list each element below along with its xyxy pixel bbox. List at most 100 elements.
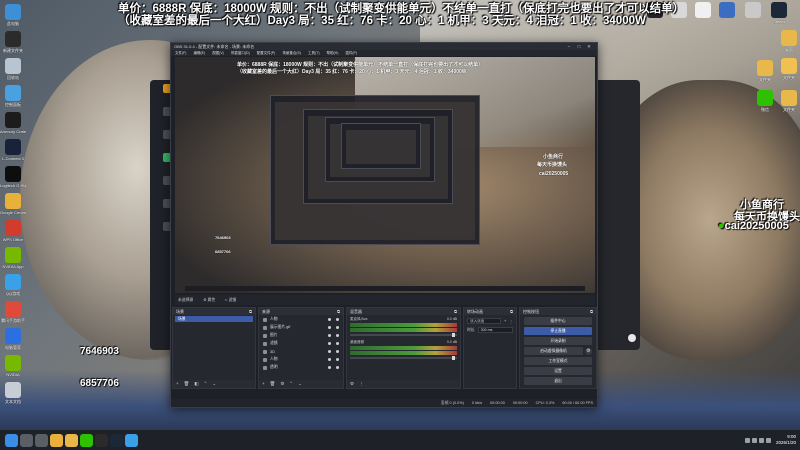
menu-view[interactable]: 视图(V)	[212, 51, 224, 56]
qq-icon[interactable]	[125, 433, 138, 447]
taskbar-clock[interactable]: 9:00 2026/1/20	[776, 434, 796, 446]
lock-icon[interactable]	[336, 326, 339, 329]
add-transition-icon[interactable]: +	[504, 319, 506, 323]
windows-start-icon[interactable]	[5, 433, 18, 447]
add-source-icon[interactable]: +	[262, 381, 265, 387]
menu-help[interactable]: 帮助(H)	[327, 51, 339, 56]
lock-icon[interactable]	[336, 334, 339, 337]
source-settings-icon[interactable]: ⚙	[280, 381, 284, 387]
exit-button[interactable]: 退出	[524, 377, 592, 385]
start-virtual-camera-button[interactable]: 启动虚拟摄像机	[524, 347, 583, 355]
scene-filter-icon[interactable]: ◧	[194, 381, 198, 387]
desktop-icon[interactable]	[690, 2, 716, 19]
visibility-eye-icon[interactable]	[328, 366, 331, 369]
transition-menu-icon[interactable]: ⋮	[509, 319, 513, 324]
move-down-icon[interactable]: ⌄	[298, 381, 302, 387]
visibility-eye-icon[interactable]	[328, 358, 331, 361]
menu-tools[interactable]: 工具(T)	[308, 51, 319, 56]
visibility-eye-icon[interactable]	[328, 318, 331, 321]
source-item[interactable]: 人物	[261, 316, 341, 323]
dock-float-icon[interactable]: ⧉	[510, 309, 513, 314]
desktop-icon[interactable]: 电脑管家	[0, 328, 26, 351]
properties-button[interactable]: ⚙ 属性	[203, 297, 215, 303]
dock-float-icon[interactable]: ⧉	[337, 309, 340, 314]
move-up-icon[interactable]: ⌃	[289, 381, 293, 387]
desktop-icon[interactable]: QQ游戏	[0, 274, 26, 297]
menu-edit[interactable]: 编辑(E)	[193, 51, 205, 56]
obs-icon[interactable]	[95, 433, 108, 447]
desktop-icon[interactable]: Google Chrome	[0, 193, 26, 215]
desktop-icon[interactable]: Logitech G HUB	[0, 166, 26, 188]
settings-button[interactable]: 设置	[524, 367, 592, 375]
desktop-icon[interactable]: 此电脑	[0, 4, 26, 27]
lock-icon[interactable]	[336, 358, 339, 361]
desktop-icon[interactable]: L-Connect 3	[0, 139, 26, 161]
lock-icon[interactable]	[336, 342, 339, 345]
toggle-knob[interactable]	[628, 334, 636, 342]
obs-window[interactable]: OBS 31.0.4 - 配置文件: 未命名 - 场景: 未命名 – □ ✕ 文…	[170, 42, 598, 408]
wechat-icon[interactable]	[80, 433, 93, 447]
volume-icon[interactable]	[758, 437, 764, 443]
source-item[interactable]: 展示图片.gif	[261, 324, 341, 331]
gear-icon[interactable]: ⚙	[585, 347, 592, 355]
maximize-icon[interactable]: □	[574, 44, 584, 49]
stop-streaming-button[interactable]: 停止直播	[524, 327, 592, 335]
steam-icon[interactable]	[110, 433, 123, 447]
lock-icon[interactable]	[336, 350, 339, 353]
move-down-icon[interactable]: ⌄	[212, 381, 216, 387]
lock-icon[interactable]	[336, 318, 339, 321]
mixer-menu-icon[interactable]: ⋮	[359, 381, 364, 387]
menu-file[interactable]: 文件(F)	[175, 51, 186, 56]
duration-input[interactable]: 300 ms	[477, 327, 513, 333]
obs-titlebar[interactable]: OBS 31.0.4 - 配置文件: 未命名 - 场景: 未命名 – □ ✕	[171, 43, 597, 50]
filters-button[interactable]: ◐ 滤镜	[225, 298, 236, 303]
scene-item[interactable]: 场景	[175, 316, 253, 322]
desktop-icon[interactable]: NVIDIA	[0, 355, 26, 377]
dock-float-icon[interactable]: ⧉	[454, 309, 457, 314]
source-item[interactable]: 3D	[261, 348, 341, 355]
source-item[interactable]: 滤镜	[261, 340, 341, 347]
close-icon[interactable]: ✕	[584, 44, 594, 50]
transition-select[interactable]: 淡入淡出	[467, 318, 501, 324]
remove-scene-icon[interactable]: 🗑	[184, 381, 190, 387]
desktop-icon[interactable]: 控制面板	[0, 85, 26, 108]
plugin-center-button[interactable]: 插件中心	[524, 317, 592, 325]
menu-docks[interactable]: 停靠窗口(D)	[231, 51, 250, 56]
file-explorer-icon[interactable]	[65, 433, 78, 447]
desktop-icon[interactable]: 文件夹	[752, 60, 778, 83]
volume-fader[interactable]	[350, 333, 457, 337]
desktop-icon[interactable]: WPS Office	[0, 220, 26, 242]
desktop-icon[interactable]: Steam	[766, 2, 792, 24]
desktop-icon[interactable]: 微信	[752, 90, 778, 113]
visibility-eye-icon[interactable]	[328, 326, 331, 329]
desktop-icon[interactable]: 桌面	[776, 30, 800, 53]
source-item[interactable]: 透明	[261, 364, 341, 371]
visibility-eye-icon[interactable]	[328, 342, 331, 345]
menu-profile[interactable]: 配置文件(P)	[257, 51, 276, 56]
obs-preview[interactable]: 单价：6888R 保底：18000W 规则：不出（试制聚变供能单元）不结单一直打…	[175, 57, 595, 293]
desktop-icon[interactable]: 腾讯手游助手	[0, 301, 26, 324]
lock-icon[interactable]	[336, 366, 339, 369]
chrome-icon[interactable]	[50, 433, 63, 447]
menu-scene-collection[interactable]: 场景集合(S)	[282, 51, 301, 56]
minimize-icon[interactable]: –	[564, 44, 574, 49]
task-view-icon[interactable]	[35, 433, 48, 447]
desktop-icon[interactable]: Armoury Crate	[0, 112, 26, 134]
desktop-icon[interactable]: 文件夹	[776, 58, 800, 81]
source-item[interactable]: 人物	[261, 356, 341, 363]
desktop-icon[interactable]: NVIDIA App	[0, 247, 26, 269]
tray-chevron-icon[interactable]	[744, 437, 750, 443]
volume-fader[interactable]	[350, 356, 457, 360]
fader-knob[interactable]	[452, 356, 455, 360]
ime-icon[interactable]	[765, 437, 771, 443]
visibility-eye-icon[interactable]	[328, 350, 331, 353]
desktop-icon[interactable]: 文本文档	[0, 382, 26, 405]
source-item[interactable]: 图片	[261, 332, 341, 339]
mixer-settings-icon[interactable]: ⚙	[350, 381, 354, 387]
desktop-icon[interactable]	[714, 2, 740, 19]
remove-source-icon[interactable]: 🗑	[270, 381, 276, 387]
network-icon[interactable]	[751, 437, 757, 443]
add-scene-icon[interactable]: +	[176, 381, 179, 387]
desktop-icon[interactable]: 文件夹	[776, 90, 800, 113]
desktop-icon[interactable]	[740, 2, 766, 19]
